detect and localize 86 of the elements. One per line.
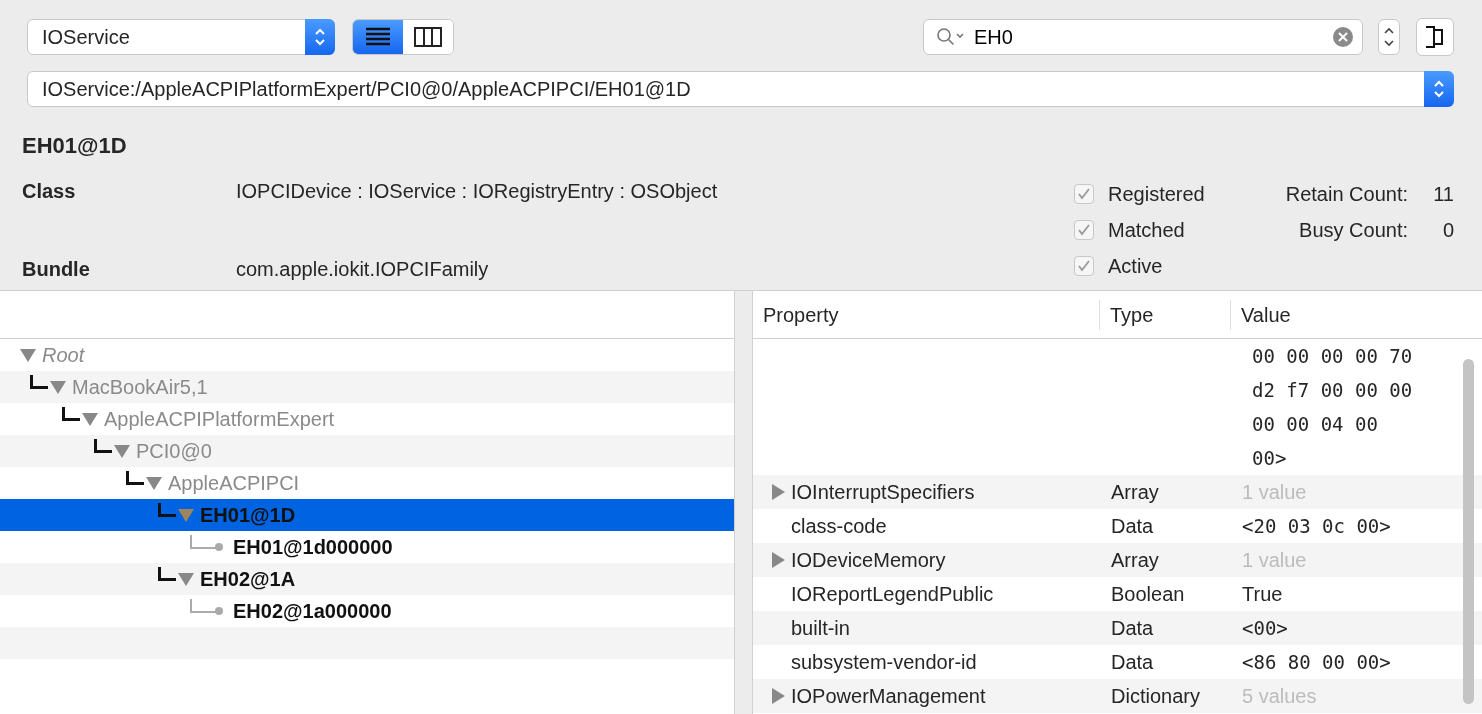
property-value: True <box>1242 582 1283 607</box>
field-value: com.apple.iokit.IOPCIFamily <box>236 257 489 282</box>
property-type: Array <box>1111 481 1159 503</box>
checkbox[interactable] <box>1074 184 1094 204</box>
updown-chevron-icon <box>1432 78 1446 100</box>
tree-row[interactable]: EH02@1A <box>0 563 734 595</box>
property-name: IOReportLegendPublic <box>791 582 994 607</box>
property-value: <86 80 00 00> <box>1242 650 1391 675</box>
checkbox-label: Active <box>1108 254 1163 279</box>
property-type: Dictionary <box>1111 685 1200 707</box>
leaf-dot-icon <box>215 607 223 615</box>
tree-line <box>158 567 176 581</box>
clear-icon[interactable] <box>1332 26 1354 48</box>
tree-line <box>30 375 48 389</box>
tree-line <box>94 439 112 453</box>
property-value: <20 03 0c 00> <box>1242 514 1391 539</box>
tree-node-label: EH01@1D <box>200 503 296 528</box>
property-name: IOInterruptSpecifiers <box>791 480 975 505</box>
checkbox[interactable] <box>1074 220 1094 240</box>
plane-label: IOService <box>42 25 130 50</box>
field-value: IOPCIDevice : IOService : IORegistryEntry : OSObject <box>236 179 718 204</box>
tree-row[interactable]: EH01@1d000000 <box>0 531 734 563</box>
tree-row[interactable]: EH02@1a000000 <box>0 595 734 627</box>
scrollbar[interactable] <box>1463 359 1474 704</box>
property-type: Data <box>1111 515 1154 537</box>
disclosure-triangle-icon[interactable] <box>772 688 785 704</box>
property-name: IOPowerManagement <box>791 684 986 709</box>
tree-node-label: EH01@1d000000 <box>233 535 393 560</box>
stepper[interactable] <box>1378 19 1400 55</box>
path-text: IOService:/AppleACPIPlatformExpert/PCI0@0/AppleACPIPCI/EH01@1D <box>42 77 691 102</box>
property-value: 00> <box>1252 446 1288 471</box>
disclosure-triangle-icon[interactable] <box>772 484 785 500</box>
list-view-button[interactable] <box>353 20 403 54</box>
panel-icon <box>1424 25 1446 49</box>
property-value: 1 value <box>1242 548 1307 573</box>
columns-icon <box>414 27 442 47</box>
property-value: 1 value <box>1242 480 1307 505</box>
property-name: built-in <box>791 616 850 641</box>
search-input[interactable]: EH0 <box>974 22 1324 52</box>
property-type: Data <box>1111 651 1154 673</box>
tree-line <box>158 503 176 517</box>
disclosure-triangle-icon[interactable] <box>50 380 66 394</box>
checkbox[interactable] <box>1074 256 1094 276</box>
count-label: Busy Count: <box>1299 218 1408 243</box>
field-label: Class <box>22 179 77 204</box>
checkbox-label: Matched <box>1108 218 1185 243</box>
tree-node-label: EH02@1A <box>200 567 296 592</box>
count-value: 0 <box>1441 218 1454 243</box>
plane-popup[interactable]: IOService <box>27 19 335 55</box>
entry-title: EH01@1D <box>22 132 128 160</box>
property-name: IODeviceMemory <box>791 548 946 573</box>
tree-node-label: AppleACPIPCI <box>168 471 300 496</box>
column-header[interactable]: Value <box>1230 299 1448 330</box>
disclosure-triangle-icon[interactable] <box>114 444 130 458</box>
property-name: class-code <box>791 514 887 539</box>
count-label: Retain Count: <box>1285 182 1408 207</box>
column-header[interactable]: Type <box>1099 299 1230 330</box>
tree-node-label: MacBookAir5,1 <box>72 375 208 400</box>
property-value: 5 values <box>1242 684 1317 709</box>
list-icon <box>365 27 391 47</box>
property-type: Boolean <box>1111 583 1185 605</box>
tree-node-label: Root <box>42 343 85 368</box>
path-popup[interactable]: IOService:/AppleACPIPlatformExpert/PCI0@0/AppleACPIPCI/EH01@1D <box>27 71 1454 107</box>
tree-node-label: PCI0@0 <box>136 439 212 464</box>
property-name: subsystem-vendor-id <box>791 650 977 675</box>
property-value: <00> <box>1242 616 1288 641</box>
search-icon <box>936 27 966 47</box>
tree-line <box>62 407 80 421</box>
count-value: 11 <box>1432 182 1454 207</box>
property-type: Data <box>1111 617 1154 639</box>
updown-chevron-icon <box>313 26 327 48</box>
disclosure-triangle-icon[interactable] <box>772 552 785 568</box>
tree-node-label: EH02@1a000000 <box>233 599 392 624</box>
property-value: 00 00 00 00 70 <box>1252 344 1413 369</box>
inspector-button[interactable] <box>1416 18 1454 56</box>
search-field[interactable]: EH0 <box>923 19 1363 55</box>
disclosure-triangle-icon[interactable] <box>178 572 194 586</box>
leaf-dot-icon <box>215 543 223 551</box>
field-label: Bundle <box>22 257 91 282</box>
tree-line <box>126 471 144 485</box>
checkbox-label: Registered <box>1108 182 1205 207</box>
column-header[interactable]: Property <box>753 299 1099 330</box>
property-value: 00 00 04 00 <box>1252 412 1379 437</box>
tree-node-label: AppleACPIPlatformExpert <box>104 407 335 432</box>
property-value: d2 f7 00 00 00 <box>1252 378 1413 403</box>
property-type: Array <box>1111 549 1159 571</box>
